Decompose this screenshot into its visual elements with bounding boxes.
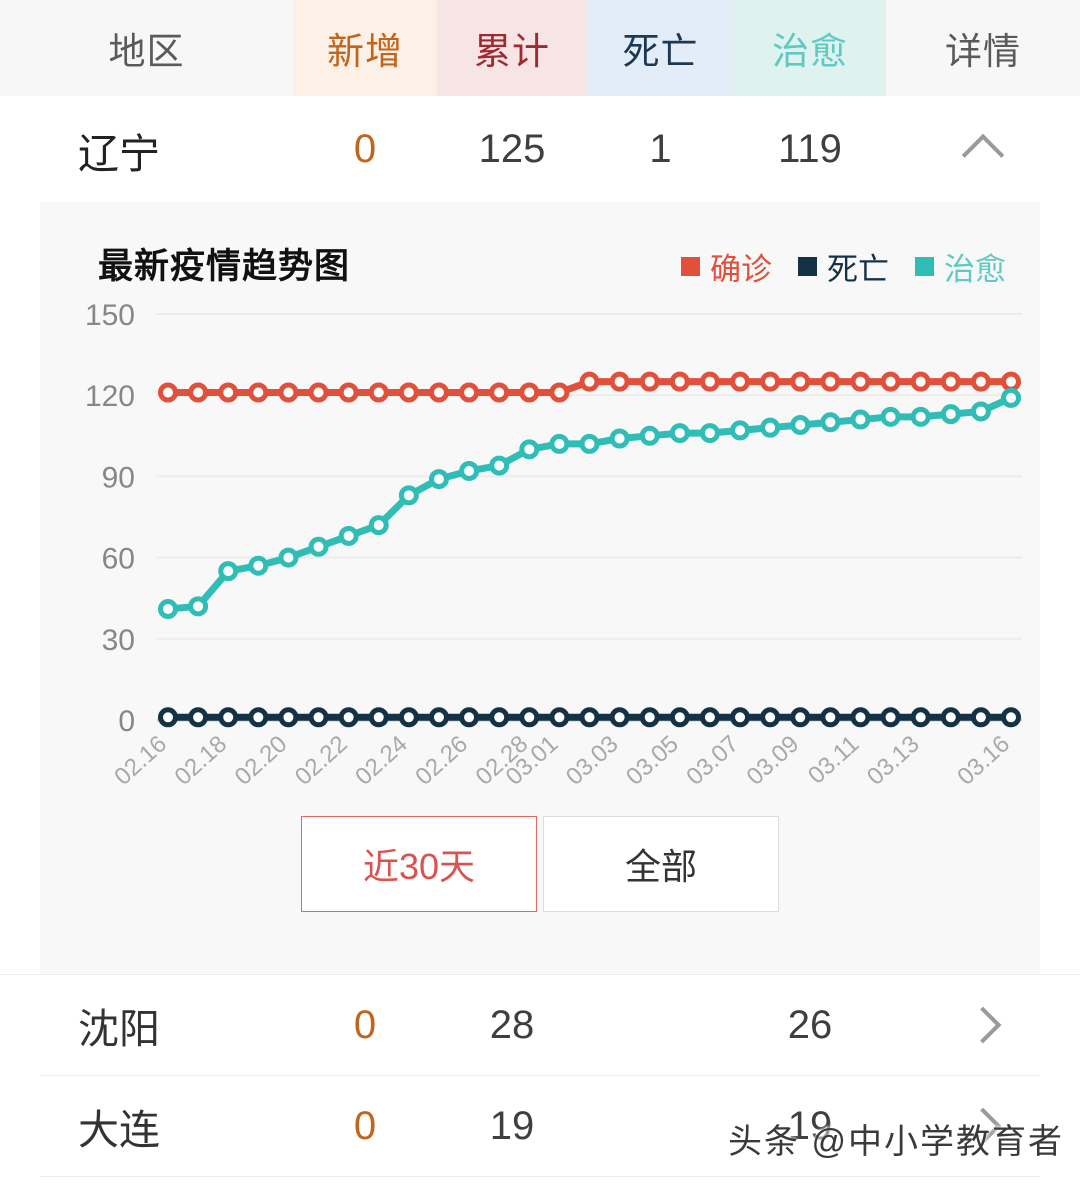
svg-text:150: 150 [85,299,135,332]
trend-chart-card: 最新疫情趋势图 确诊 死亡 治愈 0 30 60 90 120 150 02.16 02.18… [40,202,1040,974]
chart-legend: 确诊 死亡 治愈 [681,244,1006,289]
city-detail-link[interactable] [886,1006,1080,1044]
province-cured-value: 119 [778,127,842,171]
legend-label-death: 死亡 [827,252,889,287]
legend-swatch-confirmed [681,257,700,276]
city-cured-value: 26 [787,1002,833,1047]
svg-text:02.18: 02.18 [170,730,233,790]
row-divider [40,1176,1040,1177]
svg-text:120: 120 [85,380,135,413]
city-newly-value: 0 [353,1103,377,1148]
legend-swatch-cured [915,257,934,276]
svg-text:03.03: 03.03 [561,730,624,790]
city-name: 沈阳 [78,1006,160,1052]
svg-text:03.09: 03.09 [742,730,805,790]
column-header-total: 累计 [437,0,587,96]
column-header-newly: 新增 [293,0,437,96]
svg-text:03.07: 03.07 [681,730,744,790]
chart-title: 最新疫情趋势图 [98,247,351,286]
city-total-value: 28 [489,1002,535,1047]
legend-item-cured: 治愈 [915,244,1006,289]
column-header-region: 地区 [0,0,293,96]
page-root: 地区 新增 累计 死亡 治愈 详情 辽宁 0 125 1 119 最新疫情趋势图… [0,0,1080,1197]
province-death-value: 1 [649,127,672,171]
svg-text:02.20: 02.20 [230,730,293,790]
chart-header: 最新疫情趋势图 确诊 死亡 治愈 [40,202,1040,294]
city-newly-value: 0 [353,1002,377,1047]
city-row-dalian[interactable]: 大连 0 19 19 [0,1076,1080,1176]
svg-text:02.22: 02.22 [290,730,353,790]
city-name: 大连 [78,1107,160,1153]
svg-text:02.26: 02.26 [410,730,473,790]
province-newly-value: 0 [353,127,377,171]
range-button-all[interactable]: 全部 [543,816,779,912]
svg-text:03.13: 03.13 [862,730,925,790]
svg-text:30: 30 [102,624,135,657]
svg-text:02.16: 02.16 [109,730,172,790]
chevron-right-icon [964,1006,1002,1044]
stats-table-header: 地区 新增 累计 死亡 治愈 详情 [0,0,1080,97]
svg-text:02.24: 02.24 [350,730,413,790]
svg-text:03.11: 03.11 [803,730,864,789]
legend-item-death: 死亡 [798,244,889,289]
svg-text:90: 90 [102,461,135,494]
svg-text:03.05: 03.05 [621,730,684,790]
column-header-cured: 治愈 [734,0,886,96]
province-row-liaoning[interactable]: 辽宁 0 125 1 119 [0,97,1080,202]
svg-text:60: 60 [102,543,135,576]
chart-plot-area: 0 30 60 90 120 150 02.16 02.18 02.20 02.22 02.24 02… [40,294,1040,854]
province-total-value: 125 [478,127,546,171]
trend-line-chart: 0 30 60 90 120 150 02.1602.1802.2002.2202.2402… [85,299,1022,791]
legend-label-confirmed: 确诊 [710,252,772,287]
city-total-value: 19 [489,1103,535,1148]
legend-item-confirmed: 确诊 [681,244,772,289]
column-header-detail: 详情 [886,0,1080,96]
chart-range-selector: 近30天 全部 [40,816,1040,912]
city-detail-link[interactable] [886,1107,1080,1145]
svg-text:03.16: 03.16 [952,730,1015,790]
column-header-death: 死亡 [587,0,734,96]
svg-text:0: 0 [118,705,135,738]
chevron-up-icon [961,133,1005,176]
province-name: 辽宁 [78,130,160,177]
range-button-30days[interactable]: 近30天 [301,816,537,912]
city-cured-value: 19 [787,1103,833,1148]
legend-swatch-death [798,257,817,276]
chevron-right-icon [964,1107,1002,1145]
province-collapse-toggle[interactable] [886,130,1080,176]
city-row-shenyang[interactable]: 沈阳 0 28 26 [0,974,1080,1075]
legend-label-cured: 治愈 [944,252,1006,287]
